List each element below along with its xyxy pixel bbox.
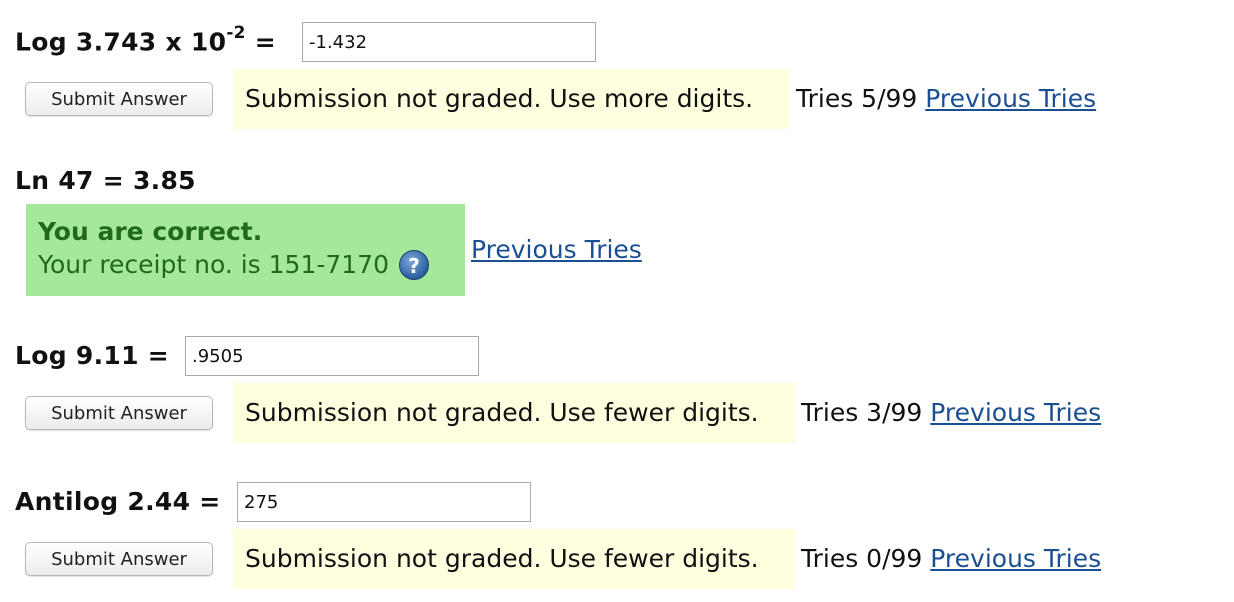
correct-feedback: You are correct. Your receipt no. is 151… xyxy=(26,204,465,296)
submit-answer-button[interactable]: Submit Answer xyxy=(25,82,213,116)
submit-answer-button[interactable]: Submit Answer xyxy=(25,396,213,430)
tries-text: Tries 5/99 xyxy=(796,84,918,113)
tries-counter: Tries 5/99 Previous Tries xyxy=(796,84,1096,113)
feedback-message: Submission not graded. Use fewer digits. xyxy=(233,383,795,443)
previous-tries-link[interactable]: Previous Tries xyxy=(930,398,1101,427)
receipt-line: Your receipt no. is 151-7170 ? xyxy=(38,248,453,282)
correct-title: You are correct. xyxy=(38,217,263,246)
tries-counter: Tries 3/99 Previous Tries xyxy=(801,398,1101,427)
question-label: Ln 47 = 3.85 xyxy=(15,166,196,195)
question-label: Log 3.743 x 10-2 = xyxy=(15,23,277,57)
tries-text: Tries 0/99 xyxy=(801,544,923,573)
previous-tries-link[interactable]: Previous Tries xyxy=(471,235,642,264)
question-label: Antilog 2.44 = xyxy=(15,487,221,516)
equals-sign: = xyxy=(245,27,277,57)
submit-answer-button[interactable]: Submit Answer xyxy=(25,542,213,576)
help-icon[interactable]: ? xyxy=(399,250,429,280)
tries-counter: Tries 0/99 Previous Tries xyxy=(801,544,1101,573)
answer-input[interactable] xyxy=(185,336,479,376)
answer-input[interactable] xyxy=(302,22,596,62)
feedback-message: Submission not graded. Use more digits. xyxy=(233,69,789,129)
tries-counter: Previous Tries xyxy=(471,235,642,264)
tries-text: Tries 3/99 xyxy=(801,398,923,427)
exponent: -2 xyxy=(226,23,246,43)
question-label: Log 9.11 = xyxy=(15,341,170,370)
previous-tries-link[interactable]: Previous Tries xyxy=(925,84,1096,113)
answer-input[interactable] xyxy=(237,482,531,522)
previous-tries-link[interactable]: Previous Tries xyxy=(930,544,1101,573)
feedback-message: Submission not graded. Use fewer digits. xyxy=(233,529,795,589)
question-label-text: Log 3.743 x 10 xyxy=(15,27,227,57)
receipt-text: Your receipt no. is 151-7170 xyxy=(38,250,389,279)
